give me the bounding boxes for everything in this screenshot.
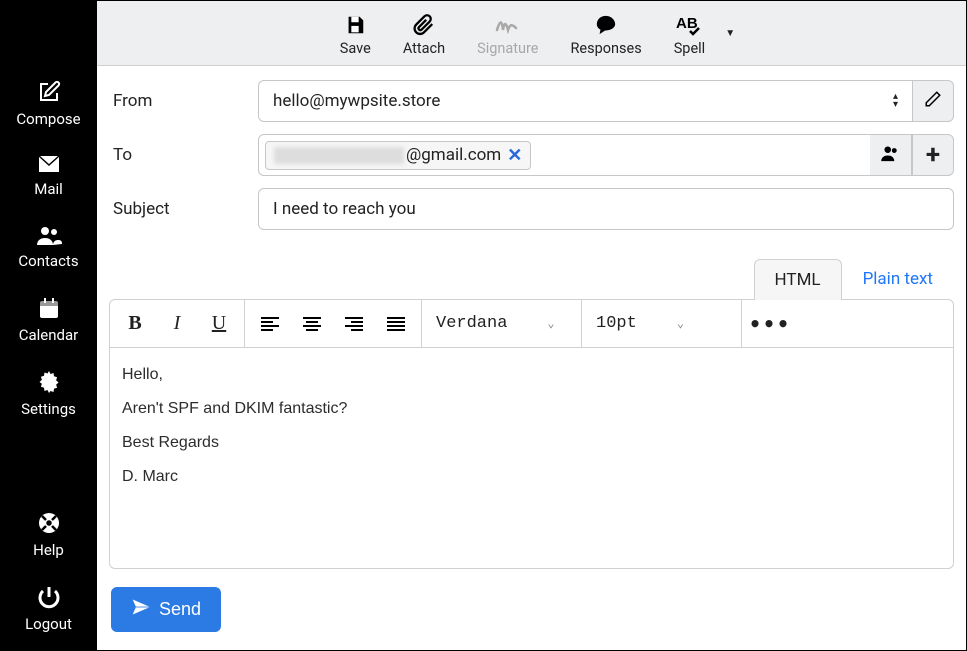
font-family-select[interactable]: Verdana ⌄ <box>422 300 582 347</box>
editor-more-button[interactable]: ••• <box>742 312 798 336</box>
editor: B I U Verdana ⌄ <box>109 299 954 569</box>
from-value: hello@mywpsite.store <box>273 91 440 111</box>
recipient-pill[interactable]: @gmail.com ✕ <box>265 141 531 170</box>
toolbar-label: Attach <box>403 40 445 57</box>
signature-icon <box>495 10 521 40</box>
tab-plaintext[interactable]: Plain text <box>842 258 954 299</box>
power-icon <box>37 585 61 609</box>
redacted-text <box>274 147 404 164</box>
chevron-sort-icon: ▴▾ <box>893 93 898 109</box>
font-size-select[interactable]: 10pt ⌄ <box>582 300 742 347</box>
remove-recipient-icon[interactable]: ✕ <box>507 145 522 166</box>
send-button[interactable]: Send <box>111 587 221 632</box>
bold-button[interactable]: B <box>114 305 156 343</box>
align-right-button[interactable] <box>333 305 375 343</box>
font-family-value: Verdana <box>436 314 507 333</box>
to-input[interactable]: @gmail.com ✕ <box>258 134 870 176</box>
underline-button[interactable]: U <box>198 305 240 343</box>
chevron-down-icon: ⌄ <box>547 316 554 331</box>
toolbar-responses[interactable]: Responses <box>557 6 656 61</box>
subject-input[interactable]: I need to reach you <box>258 188 954 230</box>
subject-label: Subject <box>113 199 258 219</box>
to-label: To <box>113 145 258 165</box>
from-row: From hello@mywpsite.store ▴▾ <box>113 80 954 122</box>
pencil-icon <box>924 90 942 113</box>
main-content: Save Attach Signature Responses AB Spell <box>97 0 967 651</box>
align-justify-button[interactable] <box>375 305 417 343</box>
chevron-down-icon: ⌄ <box>677 316 684 331</box>
tab-html[interactable]: HTML <box>754 259 842 300</box>
envelope-icon <box>37 154 61 174</box>
compose-headers: From hello@mywpsite.store ▴▾ To @gmail. <box>97 66 966 242</box>
sidebar-item-label: Calendar <box>19 326 79 344</box>
body-line: Aren't SPF and DKIM fantastic? <box>122 400 941 418</box>
toolbar-label: Signature <box>477 40 538 57</box>
toolbar-label: Spell <box>674 40 706 57</box>
subject-row: Subject I need to reach you <box>113 188 954 230</box>
sidebar-item-help[interactable]: Help <box>0 503 97 577</box>
calendar-icon <box>37 296 61 320</box>
add-contact-button[interactable] <box>870 134 912 176</box>
users-icon <box>36 224 62 246</box>
plus-icon: + <box>926 140 940 170</box>
sidebar-item-logout[interactable]: Logout <box>0 577 97 651</box>
sidebar-item-label: Mail <box>34 180 63 198</box>
toolbar-spell[interactable]: AB Spell <box>660 6 720 61</box>
recipient-domain: @gmail.com <box>406 145 501 165</box>
sidebar-item-contacts[interactable]: Contacts <box>0 216 97 288</box>
lifebuoy-icon <box>37 511 61 535</box>
toolbar-label: Responses <box>571 40 642 57</box>
sidebar-item-calendar[interactable]: Calendar <box>0 288 97 362</box>
editor-mode-tabs: HTML Plain text <box>97 242 966 299</box>
body-line: Best Regards <box>122 434 941 452</box>
editor-toolbar: B I U Verdana ⌄ <box>110 300 953 348</box>
sidebar-item-label: Logout <box>25 615 72 633</box>
toolbar-save[interactable]: Save <box>326 6 385 61</box>
edit-identity-button[interactable] <box>912 80 954 122</box>
sidebar-item-label: Settings <box>21 400 76 418</box>
sidebar: Compose Mail Contacts Calendar Settings … <box>0 0 97 651</box>
spellcheck-icon: AB <box>676 10 702 40</box>
sidebar-item-label: Help <box>33 541 64 559</box>
sidebar-item-label: Compose <box>16 110 80 128</box>
body-line: D. Marc <box>122 468 941 486</box>
send-row: Send <box>97 569 966 650</box>
align-center-button[interactable] <box>291 305 333 343</box>
save-icon <box>344 10 366 40</box>
users-plus-icon <box>880 144 902 167</box>
align-left-button[interactable] <box>249 305 291 343</box>
toolbar-more-dropdown[interactable]: ▼ <box>723 28 737 39</box>
sidebar-item-settings[interactable]: Settings <box>0 362 97 436</box>
svg-text:AB: AB <box>676 15 698 32</box>
send-label: Send <box>159 599 201 620</box>
toolbar-label: Save <box>340 40 371 57</box>
toolbar-attach[interactable]: Attach <box>389 6 459 61</box>
subject-value: I need to reach you <box>273 199 416 219</box>
sidebar-item-compose[interactable]: Compose <box>0 72 97 146</box>
paper-plane-icon <box>131 597 151 622</box>
edit-icon <box>37 80 61 104</box>
body-line: Hello, <box>122 366 941 384</box>
add-recipient-button[interactable]: + <box>912 134 954 176</box>
gear-icon <box>37 370 61 394</box>
from-label: From <box>113 91 258 111</box>
comment-icon <box>595 10 617 40</box>
sidebar-item-mail[interactable]: Mail <box>0 146 97 216</box>
italic-button[interactable]: I <box>156 305 198 343</box>
sidebar-item-label: Contacts <box>18 252 78 270</box>
to-row: To @gmail.com ✕ + <box>113 134 954 176</box>
compose-toolbar: Save Attach Signature Responses AB Spell <box>97 1 966 66</box>
font-size-value: 10pt <box>596 314 637 333</box>
toolbar-signature: Signature <box>463 6 552 61</box>
editor-body[interactable]: Hello, Aren't SPF and DKIM fantastic? Be… <box>110 348 953 568</box>
paperclip-icon <box>413 10 435 40</box>
from-select[interactable]: hello@mywpsite.store ▴▾ <box>258 80 912 122</box>
